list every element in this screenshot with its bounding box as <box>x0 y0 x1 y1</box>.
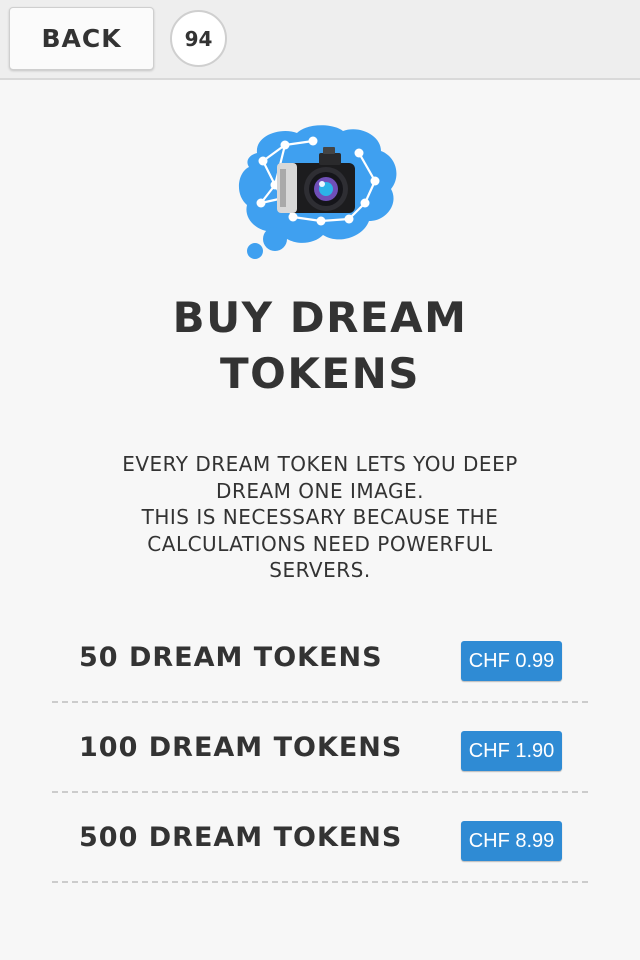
page-title: BUY DREAM TOKENS <box>70 290 570 402</box>
product-label: 50 DREAM TOKENS <box>79 641 383 673</box>
buy-100-tokens-button[interactable]: CHF 1.90 <box>461 731 562 771</box>
buy-500-tokens-button[interactable]: CHF 8.99 <box>461 821 562 861</box>
product-row-100: 100 DREAM TOKENS CHF 1.90 <box>52 703 588 793</box>
page-title-line-2: TOKENS <box>220 349 420 398</box>
description: EVERY DREAM TOKEN LETS YOU DEEP DREAM ON… <box>50 451 590 584</box>
description-line-5: SERVERS. <box>269 558 371 582</box>
page-title-line-1: BUY DREAM <box>172 293 468 342</box>
product-row-50: 50 DREAM TOKENS CHF 0.99 <box>52 613 588 703</box>
description-line-2: DREAM ONE IMAGE. <box>216 478 424 503</box>
back-button[interactable]: BACK <box>9 7 154 70</box>
buy-50-tokens-button[interactable]: CHF 0.99 <box>461 641 562 681</box>
description-line-4: CALCULATIONS NEED POWERFUL <box>147 531 493 556</box>
product-label: 500 DREAM TOKENS <box>79 821 403 853</box>
top-bar: BACK 94 <box>0 0 640 80</box>
product-row-500: 500 DREAM TOKENS CHF 8.99 <box>52 793 588 883</box>
description-line-3: THIS IS NECESSARY BECAUSE THE <box>141 505 499 529</box>
token-count-badge: 94 <box>170 10 227 67</box>
dream-brain-camera-icon <box>238 125 397 259</box>
product-label: 100 DREAM TOKENS <box>79 731 403 763</box>
description-line-1: EVERY DREAM TOKEN LETS YOU DEEP <box>122 452 518 476</box>
